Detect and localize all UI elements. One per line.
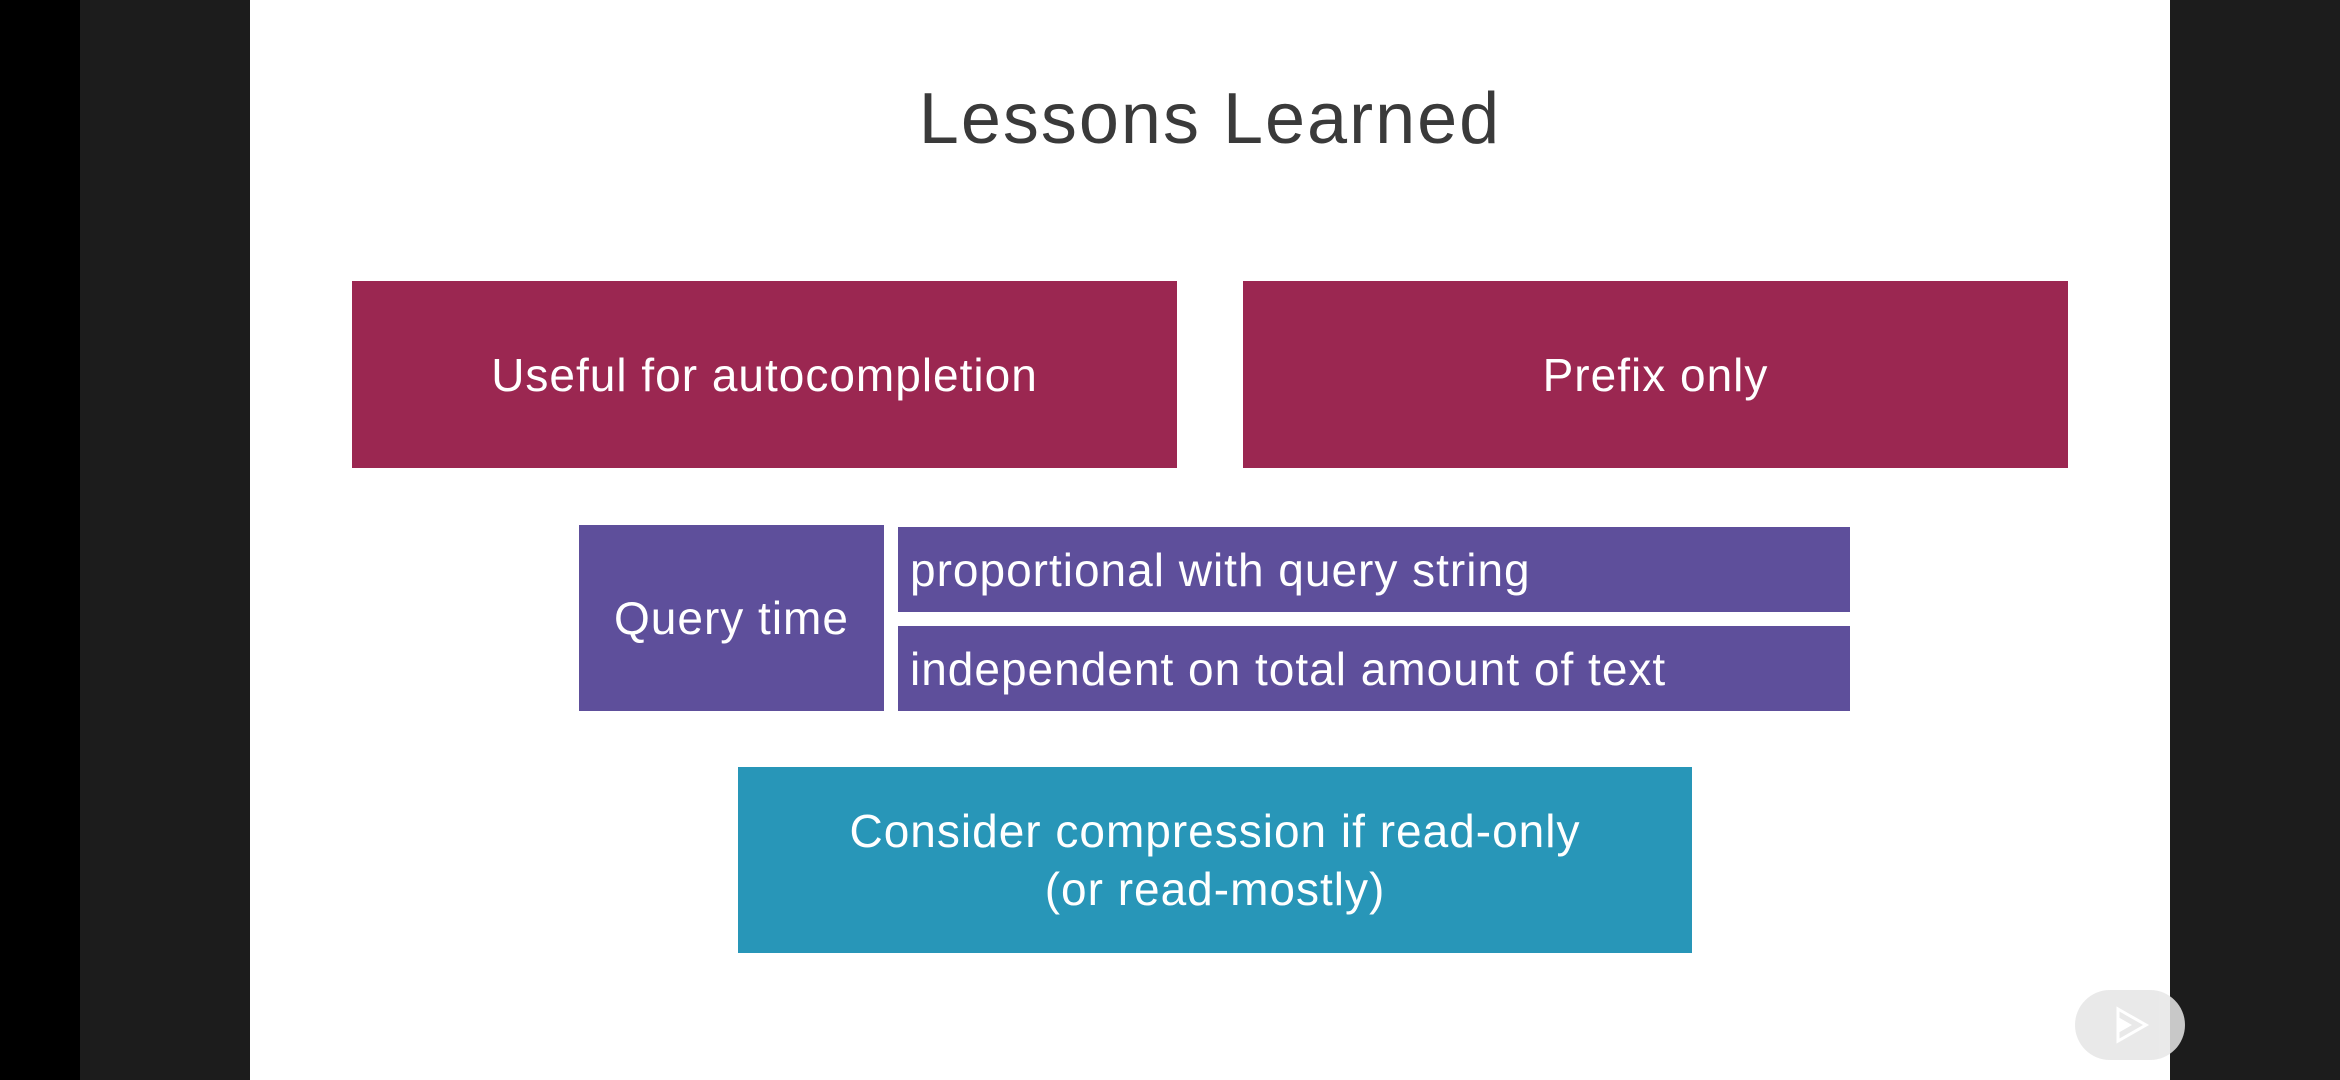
box-autocompletion: Useful for autocompletion bbox=[352, 281, 1177, 468]
box-independent-label: independent on total amount of text bbox=[910, 642, 1667, 695]
box-autocompletion-label: Useful for autocompletion bbox=[491, 348, 1038, 401]
box-query-time-label: Query time bbox=[614, 592, 849, 644]
box-prefix-only-label: Prefix only bbox=[1542, 348, 1769, 401]
box-proportional-label: proportional with query string bbox=[910, 543, 1531, 596]
box-independent: independent on total amount of text bbox=[898, 626, 1850, 711]
play-button[interactable] bbox=[2075, 990, 2185, 1060]
box-compression: Consider compression if read-only (or re… bbox=[738, 767, 1692, 953]
box-proportional: proportional with query string bbox=[898, 527, 1850, 612]
right-letterbox bbox=[2170, 0, 2340, 1080]
screen: Lessons Learned Useful for autocompletio… bbox=[0, 0, 2340, 1080]
slide-title: Lessons Learned bbox=[918, 79, 1502, 159]
box-compression-line2: (or read-mostly) bbox=[1044, 863, 1386, 915]
box-query-time: Query time bbox=[579, 525, 884, 711]
box-prefix-only: Prefix only bbox=[1243, 281, 2068, 468]
left-letterbox bbox=[80, 0, 250, 1080]
play-icon bbox=[2116, 1006, 2150, 1044]
slide: Lessons Learned Useful for autocompletio… bbox=[250, 0, 2170, 1080]
box-compression-line1: Consider compression if read-only bbox=[849, 805, 1581, 857]
